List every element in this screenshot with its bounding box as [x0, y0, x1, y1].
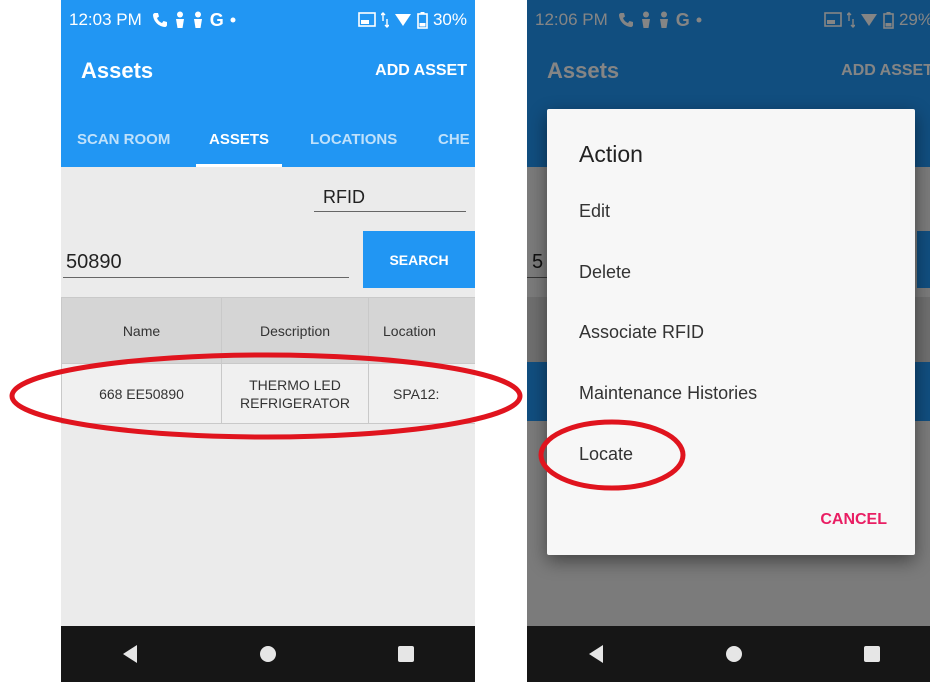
cell-description: THERMO LED REFRIGERATOR — [221, 363, 369, 424]
data-transfer-icon — [380, 12, 389, 28]
right-phone-screen: 12:06 PM G 29% Assets ADD ASSET 5 Action… — [527, 0, 930, 682]
assets-table: Name Description Location 668 EE50890 TH… — [61, 297, 475, 424]
phone-call-icon — [152, 12, 168, 28]
search-button[interactable]: SEARCH — [363, 231, 475, 288]
google-icon: G — [209, 9, 224, 30]
person-notification-icon — [192, 11, 204, 29]
tab-locations[interactable]: LOCATIONS — [310, 103, 397, 167]
battery-percent: 30% — [432, 10, 467, 29]
search-input-underline — [63, 277, 349, 278]
header-location: Location — [368, 297, 475, 364]
table-row[interactable]: 668 EE50890 THERMO LED REFRIGERATOR SPA1… — [61, 363, 475, 424]
dialog-item-edit[interactable]: Edit — [579, 201, 610, 222]
dialog-item-locate[interactable]: Locate — [579, 444, 633, 465]
battery-icon — [417, 11, 428, 29]
header-description: Description — [221, 297, 369, 364]
cast-icon — [358, 12, 376, 28]
app-bar: Assets ADD ASSET — [61, 40, 475, 103]
recents-icon[interactable] — [386, 634, 426, 674]
search-input[interactable]: 50890 — [66, 251, 122, 274]
status-bar: 12:03 PM G 30% — [61, 0, 475, 40]
tab-assets[interactable]: ASSETS — [195, 103, 283, 167]
dialog-item-associate-rfid[interactable]: Associate RFID — [579, 322, 704, 343]
back-icon[interactable] — [110, 634, 150, 674]
tab-checks[interactable]: CHE — [438, 103, 470, 167]
left-phone-screen: 12:03 PM G 30% Assets ADD ASSET SCAN ROO… — [61, 0, 475, 682]
header-name: Name — [61, 297, 222, 364]
tab-scan-room[interactable]: SCAN ROOM — [77, 103, 170, 167]
nav-bar — [61, 626, 475, 682]
dialog-item-delete[interactable]: Delete — [579, 262, 631, 283]
filter-type-underline — [314, 211, 466, 212]
dialog-item-maintenance-histories[interactable]: Maintenance Histories — [579, 383, 757, 404]
cell-name: 668 EE50890 — [61, 363, 222, 424]
tab-bar: SCAN ROOM ASSETS LOCATIONS CHE — [61, 103, 475, 167]
page-title: Assets — [81, 58, 154, 83]
home-icon[interactable] — [714, 634, 754, 674]
person-notification-icon — [174, 11, 186, 29]
home-icon[interactable] — [248, 634, 288, 674]
dialog-title: Action — [579, 141, 643, 167]
filter-type-select[interactable]: RFID — [323, 187, 365, 208]
status-time: 12:03 PM — [69, 10, 142, 29]
cell-location: SPA12: — [368, 363, 475, 424]
cancel-button[interactable]: CANCEL — [820, 511, 887, 529]
add-asset-button[interactable]: ADD ASSET — [375, 62, 467, 80]
wifi-icon — [394, 13, 412, 27]
table-header-row: Name Description Location — [61, 297, 475, 364]
dot-icon — [230, 17, 236, 23]
recents-icon[interactable] — [852, 634, 892, 674]
action-dialog: Action Edit Delete Associate RFID Mainte… — [547, 109, 915, 555]
back-icon[interactable] — [576, 634, 616, 674]
nav-bar — [527, 626, 930, 682]
